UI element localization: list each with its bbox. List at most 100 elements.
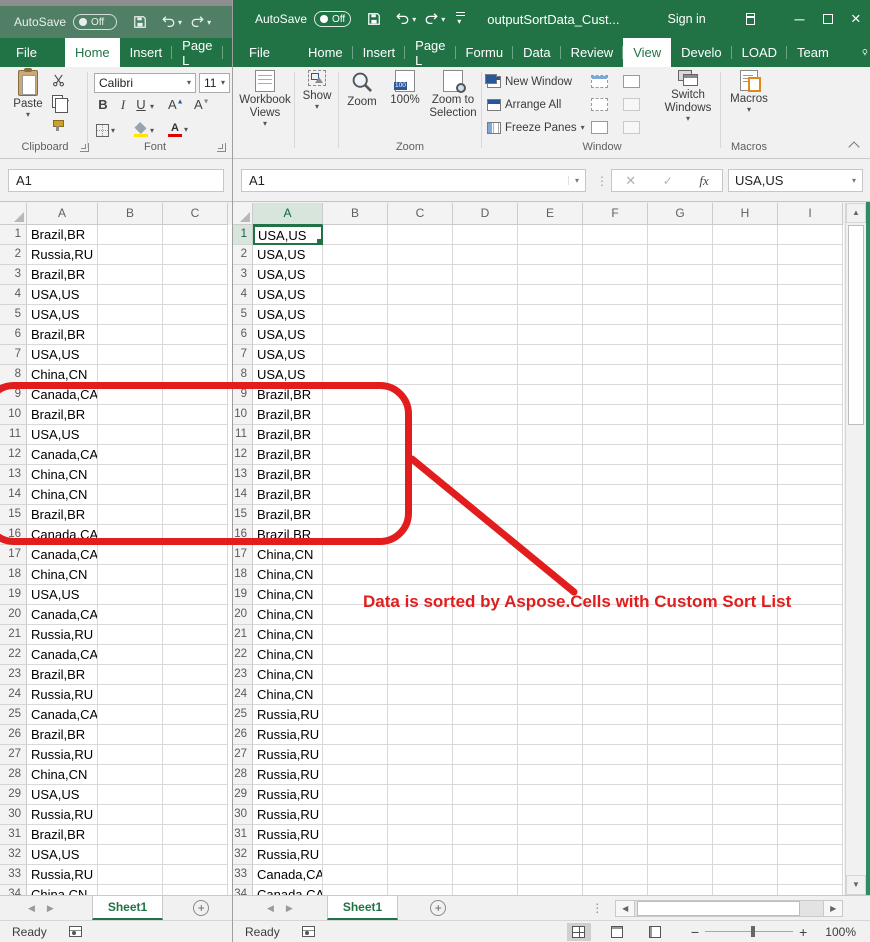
cell-D6[interactable] [453, 325, 518, 345]
horizontal-scroll-track[interactable] [635, 900, 823, 917]
cell-B33[interactable] [323, 865, 388, 885]
cell-B28[interactable] [323, 765, 388, 785]
page-break-view-button[interactable] [643, 923, 667, 941]
cancel-entry-icon[interactable]: ✕ [625, 173, 636, 189]
macro-record-icon[interactable] [69, 926, 82, 937]
cell-D3[interactable] [453, 265, 518, 285]
cell-A27[interactable]: Russia,RU [253, 745, 323, 765]
cell-A29[interactable]: Russia,RU [253, 785, 323, 805]
column-header-b[interactable]: B [323, 203, 388, 225]
cell-A18[interactable]: China,CN [27, 565, 98, 585]
cell-F30[interactable] [583, 805, 648, 825]
cell-B15[interactable] [323, 505, 388, 525]
cell-A31[interactable]: Russia,RU [253, 825, 323, 845]
cell-H8[interactable] [713, 365, 778, 385]
row-header-15[interactable]: 15 [0, 505, 27, 525]
cell-B31[interactable] [323, 825, 388, 845]
cell-B11[interactable] [323, 425, 388, 445]
cell-D7[interactable] [453, 345, 518, 365]
cell-A5[interactable]: USA,US [27, 305, 98, 325]
cell-A7[interactable]: USA,US [253, 345, 323, 365]
cell-C4[interactable] [388, 285, 453, 305]
cell-G25[interactable] [648, 705, 713, 725]
cell-B25[interactable] [323, 705, 388, 725]
cell-I8[interactable] [778, 365, 843, 385]
cell-A21[interactable]: Russia,RU [27, 625, 98, 645]
cell-C5[interactable] [388, 305, 453, 325]
cell-C1[interactable] [388, 225, 453, 245]
cell-B13[interactable] [323, 465, 388, 485]
horizontal-scroll-thumb[interactable] [637, 901, 800, 916]
cell-A13[interactable]: Brazil,BR [253, 465, 323, 485]
row-header-31[interactable]: 31 [0, 825, 27, 845]
collapse-ribbon-icon[interactable] [848, 141, 859, 152]
quick-access-customize-icon[interactable]: ▾ [457, 12, 461, 26]
cell-F13[interactable] [583, 465, 648, 485]
cell-F32[interactable] [583, 845, 648, 865]
cell-G9[interactable] [648, 385, 713, 405]
row-header-8[interactable]: 8 [0, 365, 27, 385]
cell-A22[interactable]: Canada,CA [27, 645, 98, 665]
cell-G8[interactable] [648, 365, 713, 385]
cell-C14[interactable] [163, 485, 228, 505]
cell-E23[interactable] [518, 665, 583, 685]
cell-A16[interactable]: Canada,CA [27, 525, 98, 545]
cell-B7[interactable] [98, 345, 163, 365]
cell-C5[interactable] [163, 305, 228, 325]
cell-H4[interactable] [713, 285, 778, 305]
page-layout-view-button[interactable] [605, 923, 629, 941]
cell-C26[interactable] [388, 725, 453, 745]
paste-button[interactable]: Paste ▾ [8, 70, 48, 119]
row-header-10[interactable]: 10 [0, 405, 27, 425]
cell-C17[interactable] [388, 545, 453, 565]
cell-F6[interactable] [583, 325, 648, 345]
cell-C22[interactable] [163, 645, 228, 665]
cell-A3[interactable]: Brazil,BR [27, 265, 98, 285]
sheet-nav-prev-icon[interactable]: ◀ [261, 903, 280, 914]
cell-F25[interactable] [583, 705, 648, 725]
cell-E1[interactable] [518, 225, 583, 245]
row-header-19[interactable]: 19 [0, 585, 27, 605]
decrease-font-button[interactable]: A▼ [194, 97, 210, 112]
cell-H29[interactable] [713, 785, 778, 805]
column-header-c[interactable]: C [163, 203, 228, 225]
cell-A33[interactable]: Canada,CA [253, 865, 323, 885]
cell-B13[interactable] [98, 465, 163, 485]
cell-D16[interactable] [453, 525, 518, 545]
column-header-b[interactable]: B [98, 203, 163, 225]
workbook-views-button[interactable]: Workbook Views ▾ [237, 70, 293, 128]
cell-D12[interactable] [453, 445, 518, 465]
row-header-1[interactable]: 1 [0, 225, 27, 245]
cell-A28[interactable]: China,CN [27, 765, 98, 785]
cell-B21[interactable] [98, 625, 163, 645]
sheet-tab[interactable]: Sheet1 [327, 896, 398, 920]
font-dialog-launcher-icon[interactable] [217, 143, 226, 152]
cell-C28[interactable] [388, 765, 453, 785]
cell-A17[interactable]: China,CN [253, 545, 323, 565]
cell-A27[interactable]: Russia,RU [27, 745, 98, 765]
row-header-33[interactable]: 33 [233, 865, 253, 885]
cell-H5[interactable] [713, 305, 778, 325]
cell-C34[interactable] [163, 885, 228, 895]
cell-I15[interactable] [778, 505, 843, 525]
cell-B12[interactable] [98, 445, 163, 465]
cell-F24[interactable] [583, 685, 648, 705]
show-dropdown-icon[interactable]: ▾ [315, 103, 319, 111]
cell-G18[interactable] [648, 565, 713, 585]
vertical-scrollbar[interactable]: ▲ ▼ [845, 203, 866, 895]
row-header-28[interactable]: 28 [233, 765, 253, 785]
cell-I14[interactable] [778, 485, 843, 505]
cell-C9[interactable] [163, 385, 228, 405]
cell-C21[interactable] [163, 625, 228, 645]
cell-I25[interactable] [778, 705, 843, 725]
cell-D17[interactable] [453, 545, 518, 565]
row-header-33[interactable]: 33 [0, 865, 27, 885]
cell-G11[interactable] [648, 425, 713, 445]
cell-A20[interactable]: Canada,CA [27, 605, 98, 625]
cell-C28[interactable] [163, 765, 228, 785]
cell-B21[interactable] [323, 625, 388, 645]
cell-I7[interactable] [778, 345, 843, 365]
cell-C24[interactable] [163, 685, 228, 705]
cell-A15[interactable]: Brazil,BR [27, 505, 98, 525]
cell-F14[interactable] [583, 485, 648, 505]
